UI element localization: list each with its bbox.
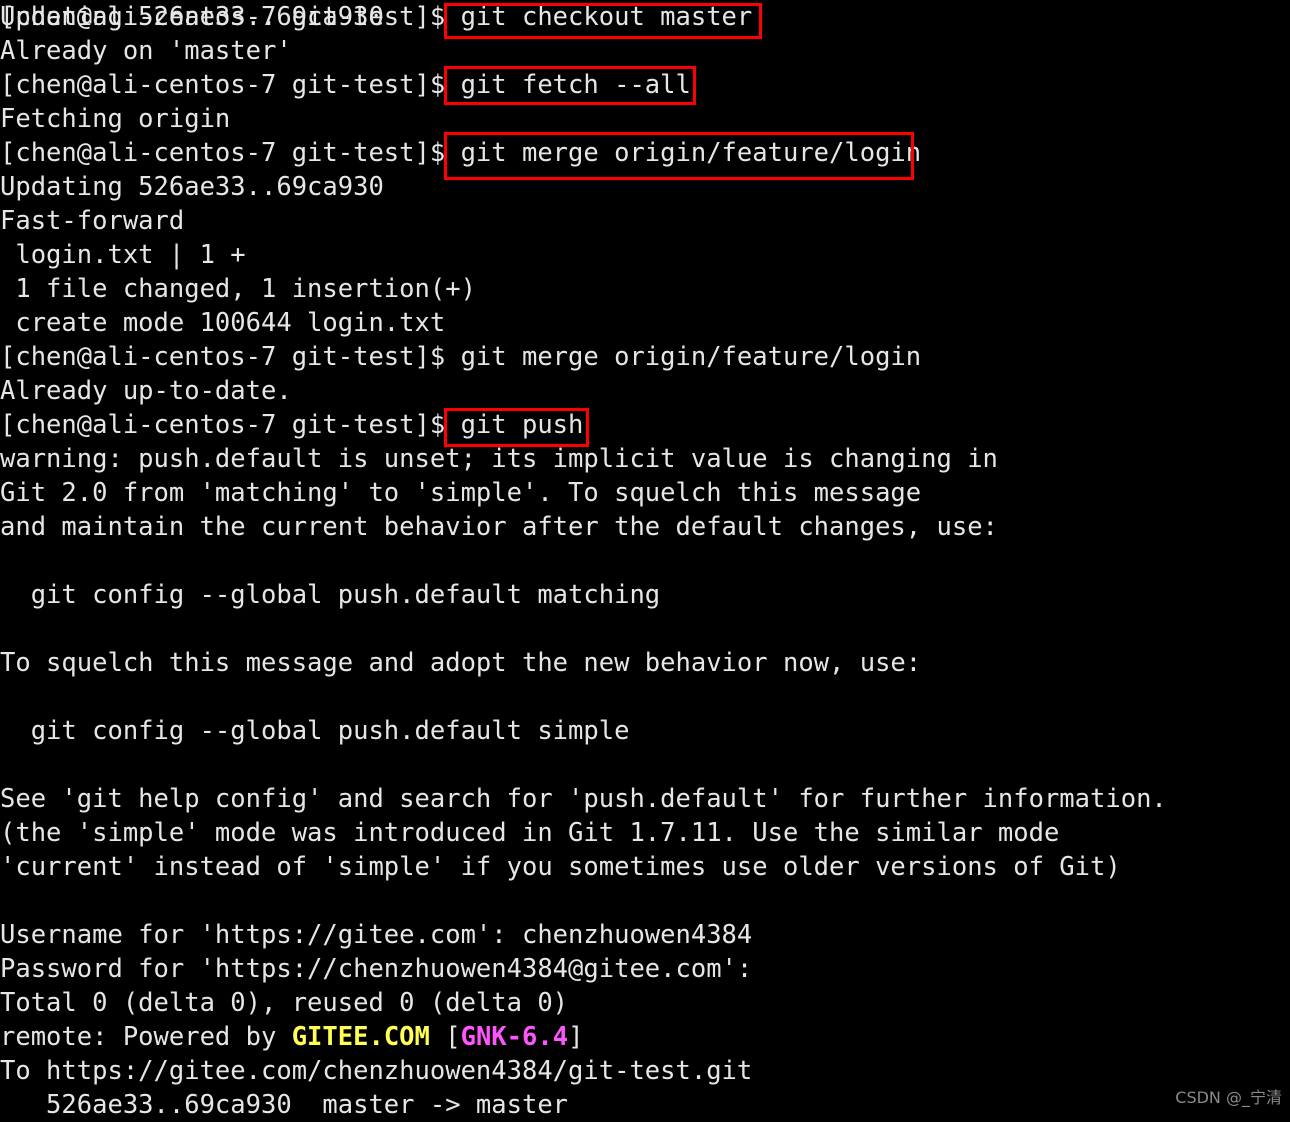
terminal-line: See 'git help config' and search for 'pu… <box>0 784 1167 814</box>
bracket-close: ] <box>568 1022 584 1052</box>
terminal-line: login.txt | 1 + <box>0 240 246 270</box>
terminal-line: 'current' instead of 'simple' if you som… <box>0 852 1121 882</box>
terminal-line: To https://gitee.com/chenzhuowen4384/git… <box>0 1056 753 1086</box>
highlight-box-git-merge[interactable] <box>444 132 914 180</box>
terminal-line: Updating 526ae33..69ca930 <box>0 2 384 32</box>
csdn-watermark: CSDN @_宁清 <box>1175 1088 1282 1107</box>
highlight-box-git-fetch[interactable] <box>444 66 696 105</box>
terminal-line: git config --global push.default simple <box>0 716 630 746</box>
terminal-line: Already up-to-date. <box>0 376 292 406</box>
gitee-version-text: GNK-6.4 <box>460 1022 569 1052</box>
terminal-line-remote: remote: Powered by GITEE.COM [GNK-6.4] <box>0 1020 583 1054</box>
terminal-line: git config --global push.default matchin… <box>0 580 661 610</box>
terminal-line: To squelch this message and adopt the ne… <box>0 648 922 678</box>
terminal-line: Fetching origin <box>0 104 231 134</box>
terminal-line: Password for 'https://chenzhuowen4384@gi… <box>0 954 753 984</box>
highlight-box-git-push[interactable] <box>444 408 589 447</box>
terminal-line: create mode 100644 login.txt <box>0 308 446 338</box>
terminal-line: [chen@ali-centos-7 git-test]$ git merge … <box>0 342 922 372</box>
terminal-line: Already on 'master' <box>0 36 292 66</box>
terminal-line: Git 2.0 from 'matching' to 'simple'. To … <box>0 478 922 508</box>
terminal-line: 526ae33..69ca930 master -> master <box>0 1090 569 1120</box>
terminal-line: and maintain the current behavior after … <box>0 512 998 542</box>
terminal-line: (the 'simple' mode was introduced in Git… <box>0 818 1060 848</box>
bracket-open: [ <box>429 1022 461 1052</box>
remote-prefix: remote: Powered by <box>0 1022 292 1052</box>
terminal-line: Total 0 (delta 0), reused 0 (delta 0) <box>0 988 569 1018</box>
gitee-brand-text: GITEE.COM <box>291 1022 430 1052</box>
terminal-line: Username for 'https://gitee.com': chenzh… <box>0 920 753 950</box>
highlight-box-git-checkout[interactable] <box>444 3 762 39</box>
terminal-line: Fast-forward <box>0 206 185 236</box>
terminal-line: Updating 526ae33..69ca930 <box>0 172 384 202</box>
terminal-line: 1 file changed, 1 insertion(+) <box>0 274 476 304</box>
terminal-window[interactable]: [chen@ali-centos-7 git-test]$ git checko… <box>0 0 1290 1122</box>
terminal-line: warning: push.default is unset; its impl… <box>0 444 998 474</box>
